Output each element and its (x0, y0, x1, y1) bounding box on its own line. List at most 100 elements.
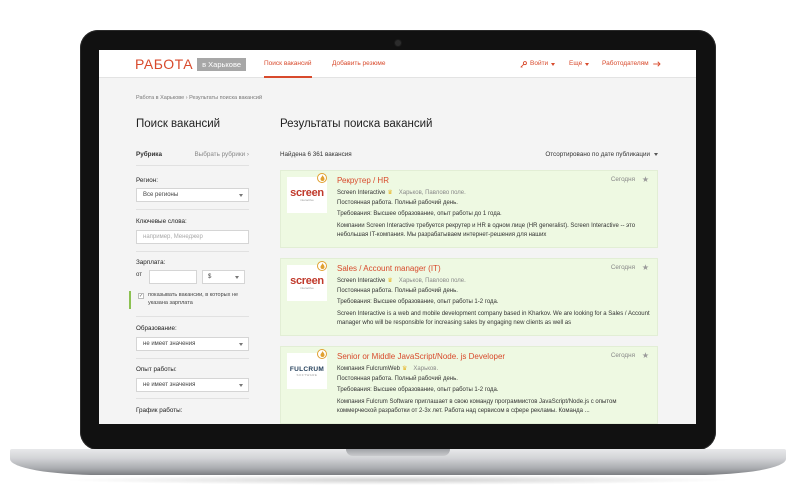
region-label: Регион: (136, 177, 158, 184)
show-no-salary-row: ✓ показывать вакансии, в которых не указ… (129, 291, 249, 309)
star-icon[interactable]: ★ (642, 351, 649, 360)
education-select[interactable]: не имеет значения (136, 337, 249, 351)
job-card[interactable]: screen interactive Рекрутер / HR Сегодня… (280, 170, 658, 248)
salary-label: Зарплата: (136, 259, 166, 266)
job-company[interactable]: Компания FulcrumWeb (337, 366, 400, 372)
page-title: Результаты поиска вакансий (280, 118, 433, 130)
job-description: Screen Interactive is a web and mobile d… (337, 311, 650, 326)
logo-text: FULCRUM (289, 365, 325, 373)
divider (136, 398, 249, 399)
job-employment: Постоянная работа. Полный рабочий день. (337, 200, 458, 206)
employers-label: Работодателям (602, 60, 649, 67)
logo-text: screen (290, 187, 324, 199)
divider (136, 165, 249, 166)
job-date: Сегодня (610, 352, 635, 359)
hot-badge-icon (317, 349, 327, 359)
salary-from-label: от (136, 272, 142, 278)
chevron-down-icon (235, 276, 239, 279)
sort-label: Отсортировано по дате публикации (545, 151, 650, 158)
site-header: РАБОТА в Харькове Поиск вакансий Добавит… (99, 50, 696, 78)
job-description: Компании Screen Interactive требуется ре… (337, 223, 636, 238)
job-date: Сегодня (610, 176, 635, 183)
job-requirements: Требования: Высшее образование, опыт раб… (337, 211, 502, 217)
crown-icon: ♛ (387, 278, 393, 284)
job-employment: Постоянная работа. Полный рабочий день. (337, 376, 458, 382)
camera-icon (395, 40, 401, 46)
job-title[interactable]: Senior or Middle JavaScript/Node. js Dev… (337, 352, 505, 361)
job-card[interactable]: screen interactive Sales / Account manag… (280, 258, 658, 336)
job-title[interactable]: Рекрутер / HR (337, 176, 389, 185)
crown-icon: ♛ (387, 190, 393, 196)
chevron-down-icon (239, 194, 243, 197)
tab-search-vacancies[interactable]: Поиск вакансий (264, 50, 312, 78)
laptop-shadow (60, 475, 736, 485)
results-count: Найдена 6 361 вакансия (280, 151, 352, 158)
job-requirements: Требования: Высшее образование, опыт раб… (337, 299, 499, 305)
key-icon (520, 60, 527, 68)
currency-value: $ (208, 274, 212, 280)
chevron-down-icon (239, 343, 243, 346)
experience-select[interactable]: не имеет значения (136, 378, 249, 392)
job-description: Компания Fulcrum Software приглашает в с… (337, 399, 617, 414)
logo-text: screen (290, 275, 324, 287)
job-location: Харьков, Павлово поле. (398, 190, 466, 196)
tab-add-resume[interactable]: Добавить резюме (332, 50, 386, 78)
job-employment: Постоянная работа. Полный рабочий день. (337, 288, 458, 294)
job-company[interactable]: Screen Interactive (337, 190, 385, 196)
star-icon[interactable]: ★ (642, 175, 649, 184)
show-no-salary-checkbox[interactable]: ✓ (138, 293, 144, 299)
breadcrumb[interactable]: Работа в Харькове › Результаты поиска ва… (136, 95, 262, 101)
site-logo[interactable]: РАБОТА в Харькове (135, 55, 247, 73)
chevron-down-icon (551, 62, 556, 66)
hot-badge-icon (317, 173, 327, 183)
logo-city: в Харькове (197, 57, 247, 71)
job-location: Харьков. (413, 366, 439, 372)
job-date: Сегодня (610, 264, 635, 271)
arrow-right-icon (652, 61, 661, 67)
laptop-screen: РАБОТА в Харькове Поиск вакансий Добавит… (99, 50, 696, 424)
job-location: Харьков, Павлово поле. (398, 278, 466, 284)
schedule-label: График работы: (136, 407, 183, 414)
keywords-input[interactable]: например, Менеджер (136, 230, 249, 244)
region-select[interactable]: Все регионы (136, 188, 249, 202)
job-title[interactable]: Sales / Account manager (IT) (337, 264, 441, 273)
login-link[interactable]: Войти (520, 50, 556, 78)
rubric-label: Рубрика (136, 151, 162, 158)
divider (136, 358, 249, 359)
chevron-down-icon (654, 152, 658, 156)
show-no-salary-label[interactable]: показывать вакансии, в которых не указан… (148, 292, 248, 307)
experience-label: Опыт работы: (136, 366, 177, 373)
sort-dropdown[interactable]: Отсортировано по дате публикации (545, 151, 658, 158)
divider (136, 316, 249, 317)
currency-select[interactable]: $ (202, 270, 245, 284)
education-label: Образование: (136, 325, 177, 332)
star-icon[interactable]: ★ (642, 263, 649, 272)
salary-input[interactable] (149, 270, 197, 284)
rubric-select-link[interactable]: Выбрать рубрики › (194, 151, 249, 158)
experience-value: не имеет значения (143, 382, 196, 388)
logo-subtext: interactive (300, 286, 314, 290)
logo-subtext: interactive (300, 198, 314, 202)
job-card[interactable]: FULCRUM SOFTWARE Senior or Middle JavaSc… (280, 346, 658, 424)
employers-link[interactable]: Работодателям (602, 50, 664, 78)
logo-main: РАБОТА (135, 56, 194, 72)
logo-subtext: SOFTWARE (296, 372, 318, 377)
divider (136, 209, 249, 210)
laptop-notch (346, 449, 450, 456)
job-company-row: Screen Interactive ♛ Харьков, Павлово поле… (337, 189, 466, 196)
keywords-label: Ключевые слова: (136, 218, 187, 225)
job-requirements: Требования: Высшее образование, опыт раб… (337, 387, 499, 393)
hot-badge-icon (317, 261, 327, 271)
crown-icon: ♛ (402, 366, 408, 372)
more-menu[interactable]: Еще (569, 50, 590, 78)
education-value: не имеет значения (143, 341, 196, 347)
rubric-row: Рубрика Выбрать рубрики › (136, 151, 249, 158)
divider (136, 251, 249, 252)
job-company-row: Компания FulcrumWeb ♛ Харьков. (337, 365, 438, 372)
more-label: Еще (569, 60, 583, 67)
login-label: Войти (530, 60, 549, 67)
chevron-down-icon (239, 384, 243, 387)
chevron-down-icon (585, 62, 590, 66)
job-company[interactable]: Screen Interactive (337, 278, 385, 284)
sidebar-title: Поиск вакансий (136, 118, 221, 130)
